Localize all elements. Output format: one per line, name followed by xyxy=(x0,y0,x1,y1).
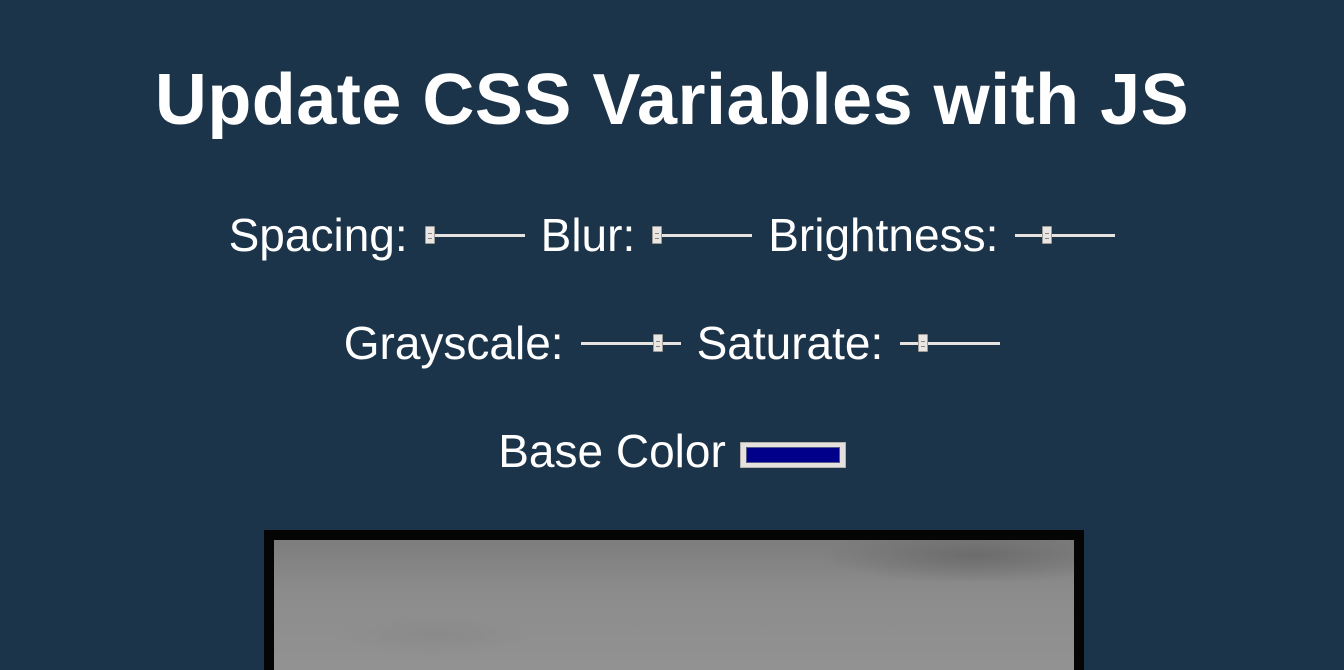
controls-row-2: Grayscale: Saturate: xyxy=(0,316,1344,370)
blur-slider-thumb[interactable] xyxy=(652,226,663,244)
blur-control: Blur: xyxy=(541,208,753,262)
saturate-slider-track xyxy=(900,342,1001,345)
saturate-label: Saturate: xyxy=(696,317,884,369)
saturate-control: Saturate: xyxy=(697,316,1001,370)
grayscale-slider-thumb[interactable] xyxy=(652,334,663,352)
spacing-slider[interactable] xyxy=(424,223,525,247)
blur-slider[interactable] xyxy=(652,223,753,247)
grayscale-slider-track xyxy=(580,342,681,345)
page-title: Update CSS Variables with JS xyxy=(154,60,1190,140)
saturate-slider[interactable] xyxy=(900,331,1001,355)
spacing-label: Spacing: xyxy=(228,209,408,261)
spacing-control: Spacing: xyxy=(229,208,525,262)
saturate-slider-thumb[interactable] xyxy=(918,334,929,352)
spacing-slider-thumb[interactable] xyxy=(424,226,435,244)
brightness-control: Brightness: xyxy=(768,208,1116,262)
blur-label: Blur: xyxy=(540,209,636,261)
grayscale-control: Grayscale: xyxy=(344,316,681,370)
brightness-slider-thumb[interactable] xyxy=(1042,226,1053,244)
blur-slider-track xyxy=(652,234,753,237)
image-frame xyxy=(264,530,1084,670)
base-color-picker[interactable] xyxy=(739,442,846,468)
grayscale-label: Grayscale: xyxy=(343,317,564,369)
base-color-control: Base Color xyxy=(498,424,846,478)
brightness-label: Brightness: xyxy=(768,209,999,261)
brightness-slider[interactable] xyxy=(1015,223,1116,247)
controls-row-3: Base Color xyxy=(0,424,1344,478)
controls-row-1: Spacing: Blur: Brightness: xyxy=(0,208,1344,262)
base-color-label: Base Color xyxy=(498,425,726,477)
grayscale-slider[interactable] xyxy=(580,331,681,355)
spacing-slider-track xyxy=(424,234,525,237)
base-color-fill xyxy=(745,447,840,463)
brightness-slider-track xyxy=(1015,234,1116,237)
preview-image xyxy=(274,540,1074,670)
